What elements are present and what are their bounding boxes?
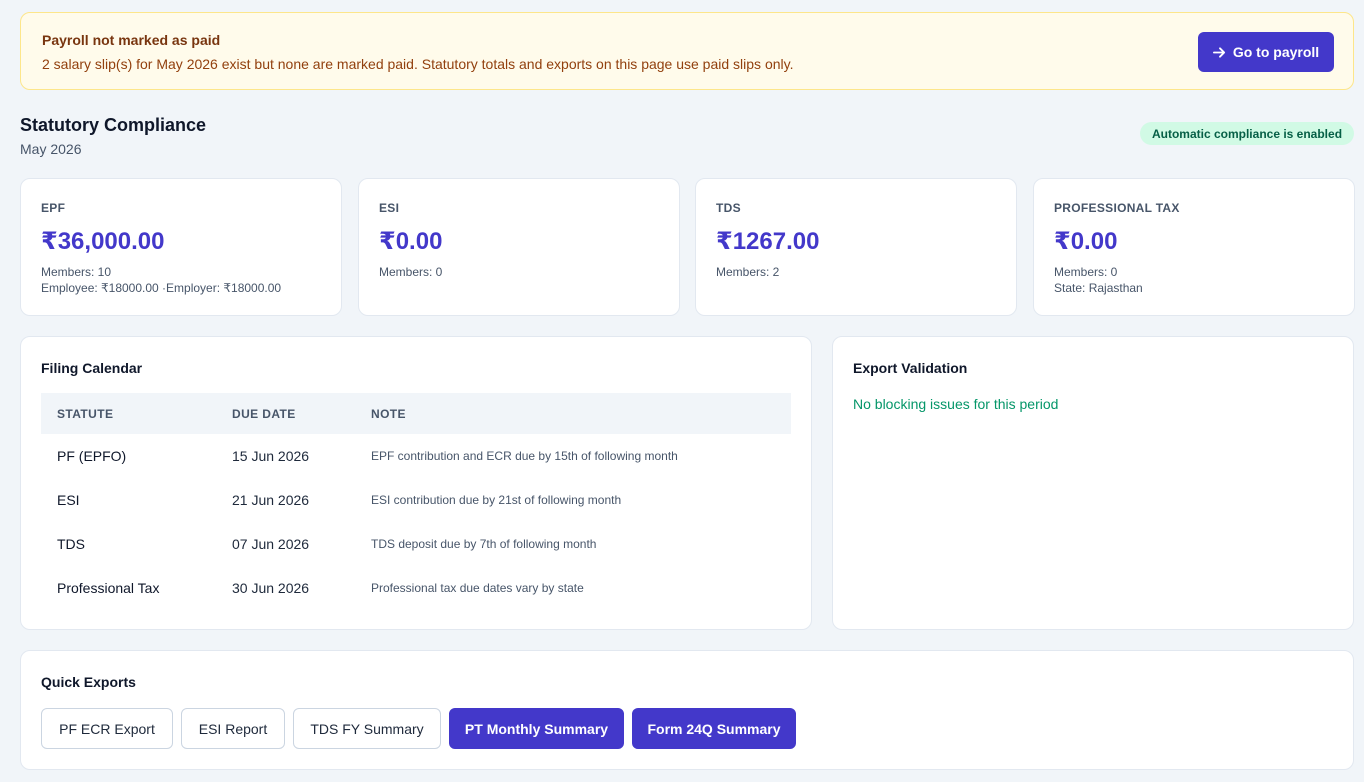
pf-ecr-export-button[interactable]: PF ECR Export bbox=[41, 708, 173, 749]
tds-summary-card: TDS ₹1267.00 Members: 2 bbox=[695, 178, 1017, 316]
row-due-date: 15 Jun 2026 bbox=[232, 448, 310, 464]
arrow-right-icon bbox=[1212, 46, 1225, 58]
statutory-compliance-page: Payroll not marked as paid 2 salary slip… bbox=[0, 0, 1364, 782]
card-members: Members: 0 bbox=[1054, 265, 1118, 279]
card-detail: Employee: ₹18000.00 ·Employer: ₹18000.00 bbox=[41, 281, 282, 295]
card-members: Members: 10 bbox=[41, 265, 112, 279]
card-label: ESI bbox=[379, 201, 400, 215]
row-statute: Professional Tax bbox=[57, 580, 160, 596]
card-members: Members: 0 bbox=[379, 265, 443, 279]
filing-calendar-title: Filing Calendar bbox=[41, 360, 143, 376]
epf-summary-card: EPF ₹36,000.00 Members: 10 Employee: ₹18… bbox=[20, 178, 342, 316]
card-amount: ₹0.00 bbox=[379, 228, 443, 255]
page-period: May 2026 bbox=[20, 141, 82, 157]
page-title: Statutory Compliance bbox=[20, 115, 207, 135]
validation-status-message: No blocking issues for this period bbox=[853, 396, 1059, 412]
esi-report-button[interactable]: ESI Report bbox=[181, 708, 285, 749]
professional-tax-summary-card: PROFESSIONAL TAX ₹0.00 Members: 0 State:… bbox=[1033, 178, 1355, 316]
column-header-statute: STATUTE bbox=[57, 407, 114, 421]
payroll-warning-banner: Payroll not marked as paid 2 salary slip… bbox=[20, 12, 1354, 90]
card-amount: ₹0.00 bbox=[1054, 228, 1118, 255]
card-amount: ₹36,000.00 bbox=[41, 228, 165, 255]
table-header: STATUTE DUE DATE NOTE bbox=[41, 393, 791, 434]
auto-compliance-badge: Automatic compliance is enabled bbox=[1140, 122, 1354, 145]
go-to-payroll-label: Go to payroll bbox=[1232, 44, 1320, 60]
row-note: EPF contribution and ECR due by 15th of … bbox=[371, 449, 678, 463]
card-label: TDS bbox=[716, 201, 741, 215]
tds-fy-summary-button[interactable]: TDS FY Summary bbox=[293, 708, 441, 749]
row-statute: ESI bbox=[57, 492, 80, 508]
card-amount: ₹1267.00 bbox=[716, 228, 820, 255]
row-statute: PF (EPFO) bbox=[57, 448, 127, 464]
card-detail: State: Rajasthan bbox=[1054, 281, 1143, 295]
row-due-date: 30 Jun 2026 bbox=[232, 580, 310, 596]
export-validation-title: Export Validation bbox=[853, 360, 968, 376]
card-members: Members: 2 bbox=[716, 265, 780, 279]
quick-exports-panel: Quick Exports PF ECR Export ESI Report T… bbox=[20, 650, 1354, 770]
row-note: TDS deposit due by 7th of following mont… bbox=[371, 537, 597, 551]
row-due-date: 07 Jun 2026 bbox=[232, 536, 310, 552]
quick-exports-title: Quick Exports bbox=[41, 674, 136, 690]
table-row: PF (EPFO) 15 Jun 2026 EPF contribution a… bbox=[41, 434, 791, 478]
table-row: ESI 21 Jun 2026 ESI contribution due by … bbox=[41, 478, 791, 522]
alert-message: 2 salary slip(s) for May 2026 exist but … bbox=[42, 56, 794, 72]
table-row: Professional Tax 30 Jun 2026 Professiona… bbox=[41, 566, 791, 610]
column-header-due-date: DUE DATE bbox=[232, 407, 296, 421]
go-to-payroll-button[interactable]: Go to payroll bbox=[1198, 32, 1334, 72]
row-statute: TDS bbox=[57, 536, 85, 552]
esi-summary-card: ESI ₹0.00 Members: 0 bbox=[358, 178, 680, 316]
table-row: TDS 07 Jun 2026 TDS deposit due by 7th o… bbox=[41, 522, 791, 566]
row-due-date: 21 Jun 2026 bbox=[232, 492, 310, 508]
pt-monthly-summary-button[interactable]: PT Monthly Summary bbox=[449, 708, 624, 749]
alert-title: Payroll not marked as paid bbox=[42, 32, 221, 48]
card-label: EPF bbox=[41, 201, 66, 215]
row-note: Professional tax due dates vary by state bbox=[371, 581, 584, 595]
card-label: PROFESSIONAL TAX bbox=[1054, 201, 1180, 215]
column-header-note: NOTE bbox=[371, 407, 406, 421]
form-24q-summary-button[interactable]: Form 24Q Summary bbox=[632, 708, 796, 749]
row-note: ESI contribution due by 21st of followin… bbox=[371, 493, 622, 507]
export-validation-panel: Export Validation No blocking issues for… bbox=[832, 336, 1354, 630]
filing-calendar-panel: Filing Calendar STATUTE DUE DATE NOTE PF… bbox=[20, 336, 812, 630]
